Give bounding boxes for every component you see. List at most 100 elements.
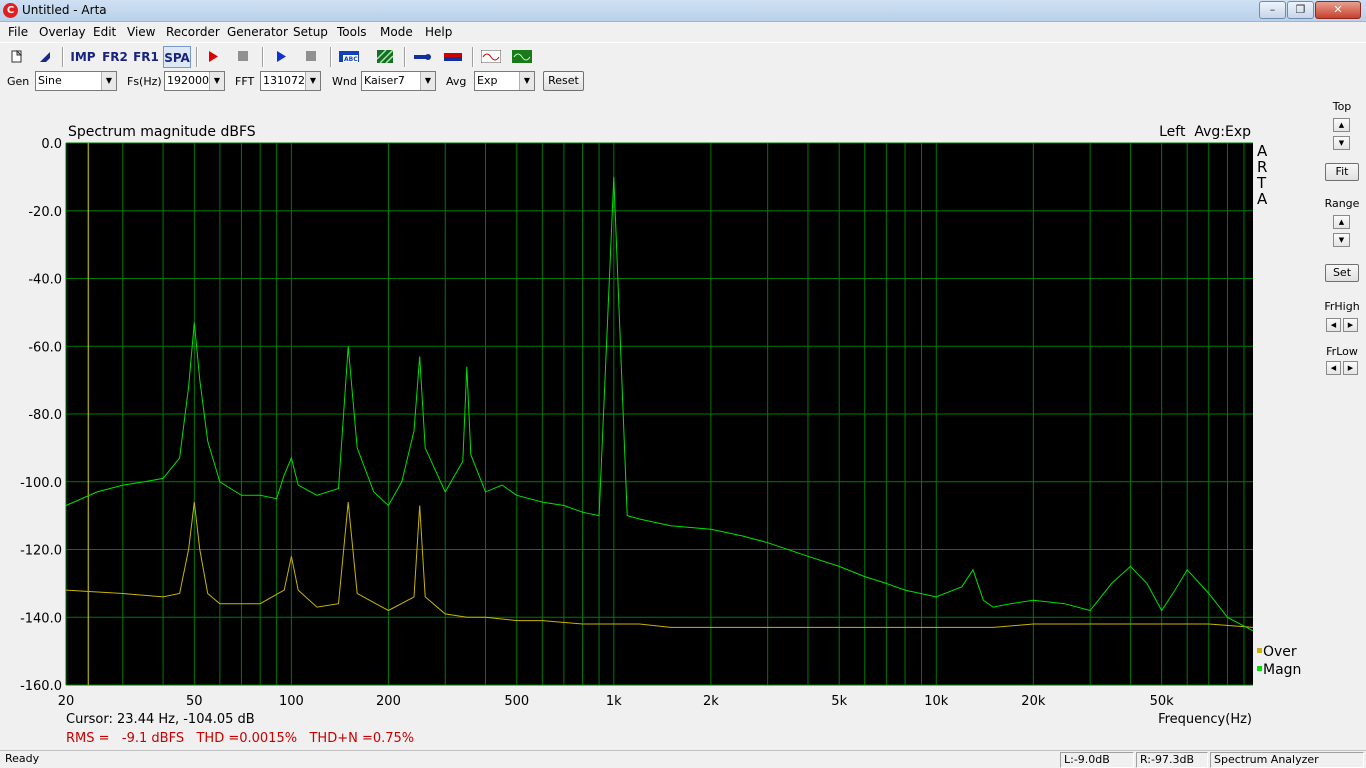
spa-button[interactable]: SPA <box>163 46 191 68</box>
menu-generator[interactable]: Generator <box>227 25 288 39</box>
menu-file[interactable]: File <box>8 25 28 39</box>
averaging-select[interactable]: Exp ▼ <box>474 71 535 91</box>
avg-label: Avg <box>446 75 467 88</box>
flag-icon[interactable] <box>442 46 464 68</box>
y-tick-label: -160.0 <box>20 679 62 694</box>
menu-edit[interactable]: Edit <box>93 25 116 39</box>
reset-button[interactable]: Reset <box>543 71 584 91</box>
generator-select[interactable]: Sine ▼ <box>35 71 117 91</box>
menu-setup[interactable]: Setup <box>293 25 328 39</box>
x-tick-label: 500 <box>504 694 529 709</box>
x-tick-label: 1k <box>606 694 622 709</box>
window-select[interactable]: Kaiser7 ▼ <box>361 71 436 91</box>
toolbar: IMP FR2 FR1 SPA ABC <box>0 42 1366 68</box>
frhigh-left-arrow-icon[interactable]: ◀ <box>1326 318 1341 332</box>
menu-bar: File Overlay Edit View Recorder Generato… <box>0 22 1366 42</box>
minimize-button[interactable]: – <box>1259 1 1286 19</box>
right-level: R:-97.3dB <box>1136 752 1208 768</box>
left-level: L:-9.0dB <box>1060 752 1134 768</box>
legend-over-label: Over <box>1263 644 1297 660</box>
probe-icon[interactable] <box>412 46 434 68</box>
x-tick-label: 2k <box>703 694 719 709</box>
y-tick-label: 0.0 <box>41 137 62 152</box>
legend: Over Magn <box>1257 644 1301 678</box>
scope-icon[interactable] <box>510 46 534 68</box>
menu-help[interactable]: Help <box>425 25 452 39</box>
y-axis-ticks: 0.0 -20.0 -40.0 -60.0 -80.0 -100.0 -120.0 -140.… <box>20 137 62 694</box>
chevron-down-icon[interactable]: ▼ <box>209 72 224 90</box>
status-text: Ready <box>5 752 40 765</box>
stop-icon[interactable] <box>232 46 254 68</box>
y-tick-label: -60.0 <box>28 340 62 355</box>
legend-magn-label: Magn <box>1263 662 1301 678</box>
top-down-arrow-icon[interactable]: ▼ <box>1333 136 1350 150</box>
x-tick-label: 50 <box>186 694 203 709</box>
hatch-icon[interactable] <box>374 46 396 68</box>
range-down-arrow-icon[interactable]: ▼ <box>1333 233 1350 247</box>
x-axis-label: Frequency(Hz) <box>1158 712 1252 727</box>
fft-size-select[interactable]: 131072 ▼ <box>260 71 321 91</box>
chevron-down-icon[interactable]: ▼ <box>420 72 435 90</box>
mode-indicator: Spectrum Analyzer <box>1210 752 1364 768</box>
maximize-button[interactable]: ❐ <box>1287 1 1314 19</box>
abc-icon[interactable]: ABC <box>337 46 361 68</box>
menu-overlay[interactable]: Overlay <box>39 25 86 39</box>
legend-over-swatch <box>1257 648 1262 653</box>
x-tick-label: 5k <box>831 694 847 709</box>
averaging-value: Exp <box>477 74 498 87</box>
menu-view[interactable]: View <box>127 25 155 39</box>
fft-label: FFT <box>235 75 255 88</box>
y-tick-label: -140.0 <box>20 611 62 626</box>
toolbar-separator <box>262 47 264 67</box>
arta-watermark: A R T A <box>1256 142 1268 208</box>
arta-logo-icon[interactable]: C <box>3 3 18 18</box>
toolbar-separator <box>404 47 406 67</box>
cursor-readout: Cursor: 23.44 Hz, -104.05 dB <box>66 712 255 727</box>
frlow-label: FrLow <box>1326 345 1358 358</box>
y-tick-label: -20.0 <box>28 205 62 220</box>
new-file-icon[interactable] <box>6 46 28 68</box>
record-icon[interactable] <box>202 46 224 68</box>
play-icon[interactable] <box>270 46 292 68</box>
gen-label: Gen <box>7 75 30 88</box>
fit-button[interactable]: Fit <box>1325 163 1359 181</box>
spectrum-chart[interactable]: Spectrum magnitude dBFS Left Avg:Exp 0.0… <box>0 96 1318 750</box>
toolbar-separator <box>196 47 198 67</box>
toolbar-separator <box>330 47 332 67</box>
set-button[interactable]: Set <box>1325 264 1359 282</box>
legend-magn-swatch <box>1257 666 1262 671</box>
frhigh-right-arrow-icon[interactable]: ▶ <box>1343 318 1358 332</box>
menu-tools[interactable]: Tools <box>337 25 367 39</box>
frlow-left-arrow-icon[interactable]: ◀ <box>1326 361 1341 375</box>
imp-button[interactable]: IMP <box>69 46 97 68</box>
stop-icon[interactable] <box>300 46 322 68</box>
open-file-icon[interactable] <box>34 46 56 68</box>
top-label: Top <box>1332 100 1352 113</box>
top-up-arrow-icon[interactable]: ▲ <box>1333 118 1350 132</box>
window-value: Kaiser7 <box>364 74 405 87</box>
chart-title: Spectrum magnitude dBFS <box>68 124 256 140</box>
range-up-arrow-icon[interactable]: ▲ <box>1333 215 1350 229</box>
fr2-button[interactable]: FR2 <box>101 46 129 68</box>
chevron-down-icon[interactable]: ▼ <box>101 72 116 90</box>
control-bar: Gen Sine ▼ Fs(Hz) 192000 ▼ FFT 131072 ▼ … <box>0 68 1366 94</box>
samplerate-select[interactable]: 192000 ▼ <box>164 71 225 91</box>
generator-value: Sine <box>38 74 62 87</box>
fr1-button[interactable]: FR1 <box>132 46 160 68</box>
chevron-down-icon[interactable]: ▼ <box>519 72 534 90</box>
frlow-right-arrow-icon[interactable]: ▶ <box>1343 361 1358 375</box>
status-bar: Ready L:-9.0dB R:-97.3dB Spectrum Analyz… <box>0 750 1366 768</box>
toolbar-separator <box>62 47 64 67</box>
spectrum-plot-panel[interactable]: Spectrum magnitude dBFS Left Avg:Exp 0.0… <box>0 96 1318 750</box>
chevron-down-icon[interactable]: ▼ <box>305 72 320 90</box>
svg-text:ABC: ABC <box>344 56 358 63</box>
menu-recorder[interactable]: Recorder <box>166 25 220 39</box>
x-tick-label: 100 <box>279 694 304 709</box>
signal-icon[interactable] <box>479 46 503 68</box>
x-tick-label: 50k <box>1150 694 1175 709</box>
close-button[interactable]: ✕ <box>1315 1 1361 19</box>
metrics-readout: RMS = -9.1 dBFS THD =0.0015% THD+N =0.75… <box>66 731 414 746</box>
fs-label: Fs(Hz) <box>127 75 162 88</box>
menu-mode[interactable]: Mode <box>380 25 413 39</box>
range-label: Range <box>1324 197 1360 210</box>
